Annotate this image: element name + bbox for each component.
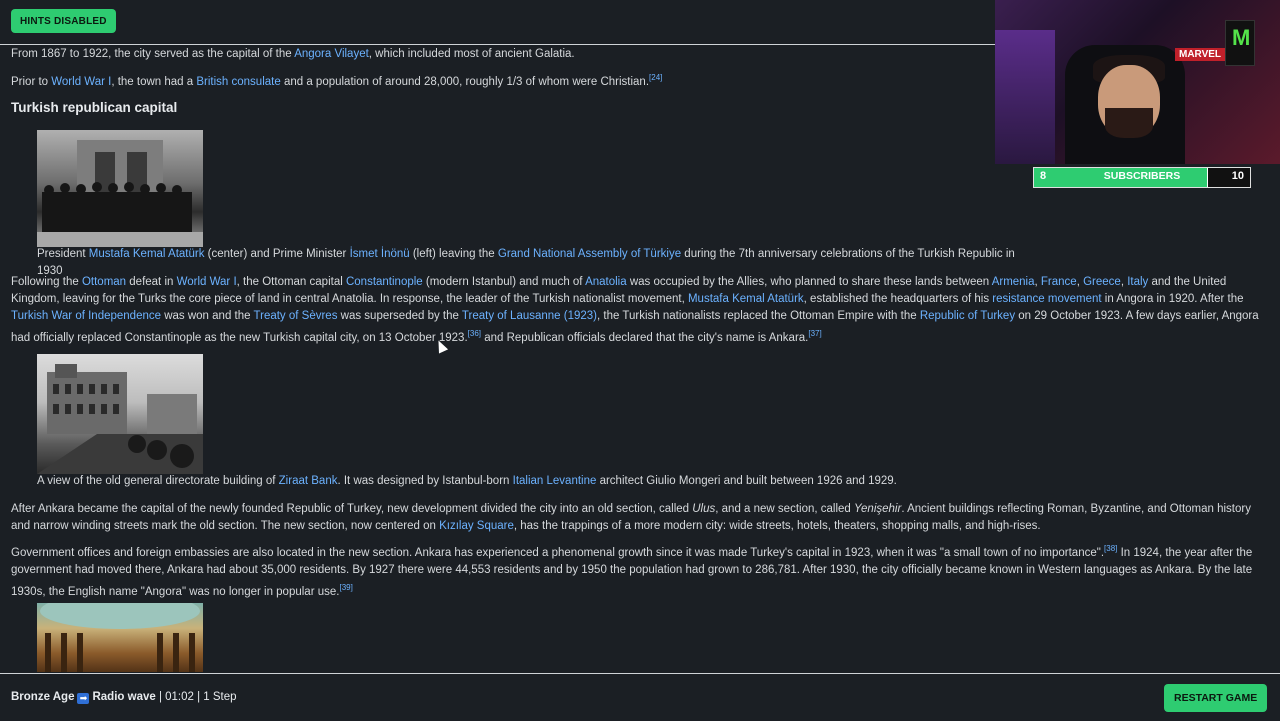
reference-link[interactable]: [37] (808, 329, 821, 338)
reference-link[interactable]: [39] (339, 583, 352, 592)
text: , the town had a (111, 75, 197, 88)
link-anatolia[interactable]: Anatolia (585, 276, 627, 288)
paragraph-pre-ww1: Prior to World War I, the town had a Bri… (11, 69, 1261, 91)
text: Government offices and foreign embassies… (11, 546, 1105, 559)
link-italian-levantine[interactable]: Italian Levantine (513, 475, 597, 487)
photo-illustration (40, 603, 200, 672)
paragraph-capital-vilayet: From 1867 to 1922, the city served as th… (11, 46, 1261, 63)
top-bar: HINTS DISABLED (0, 0, 995, 45)
text: architect Giulio Mongeri and built betwe… (596, 475, 897, 487)
text: (left) leaving the (409, 248, 498, 260)
text: , the Turkish nationalists replaced the … (597, 310, 920, 322)
link-mustafa-kemal-ataturk[interactable]: Mustafa Kemal Atatürk (688, 293, 804, 305)
link-france[interactable]: France (1041, 276, 1077, 288)
text: was superseded by the (337, 310, 462, 322)
link-republic-of-turkey[interactable]: Republic of Turkey (920, 310, 1015, 322)
section-heading: Turkish republican capital (11, 100, 178, 115)
term-yenisehir: Yenişehir (854, 503, 902, 515)
hints-toggle-button[interactable]: HINTS DISABLED (11, 9, 116, 33)
photo-caption-2: A view of the old general directorate bu… (37, 473, 1037, 490)
article-content: From 1867 to 1922, the city served as th… (11, 44, 1266, 672)
game-route: Bronze Age ➡ Radio wave | 01:02 | 1 Step (11, 691, 237, 704)
link-angora-vilayet[interactable]: Angora Vilayet (294, 48, 369, 60)
link-ziraat-bank[interactable]: Ziraat Bank (279, 475, 338, 487)
paragraph-republic-founding: Following the Ottoman defeat in World Wa… (11, 274, 1261, 347)
reference-link[interactable]: [24] (649, 73, 662, 82)
photo-illustration (37, 140, 203, 247)
text: President (37, 248, 89, 260)
text: , has the trappings of a more modern cit… (513, 520, 1041, 532)
text: (center) and Prime Minister (204, 248, 350, 260)
text: , which included most of ancient Galatia… (368, 48, 575, 60)
restart-game-button[interactable]: RESTART GAME (1164, 684, 1268, 712)
library-photo[interactable] (37, 603, 203, 672)
text: and a population of around 28,000, rough… (280, 75, 507, 88)
target-article: Radio wave (92, 691, 156, 703)
link-treaty-of-sevres[interactable]: Treaty of Sèvres (254, 310, 338, 322)
link-constantinople[interactable]: Constantinople (346, 276, 423, 288)
text: From 1867 to 1922, the city served as th… (11, 48, 295, 60)
link-world-war-i[interactable]: World War I (177, 276, 237, 288)
text: of whom were Christian. (522, 75, 650, 88)
text: , established the headquarters of his (803, 293, 993, 305)
game-stats: | 01:02 | 1 Step (155, 691, 237, 703)
link-grand-national-assembly[interactable]: Grand National Assembly of Türkiye (498, 248, 681, 260)
text: in Angora in 1920. After the (1101, 293, 1244, 305)
fraction: 1/3 (506, 75, 523, 88)
link-ottoman[interactable]: Ottoman (82, 276, 126, 288)
ataturk-inonu-photo[interactable] (37, 130, 203, 247)
term-ulus: Ulus (692, 503, 716, 515)
text: (modern Istanbul) and much of (422, 276, 586, 288)
text: was won and the (161, 310, 254, 322)
link-world-war-i[interactable]: World War I (51, 76, 111, 88)
text: A view of the old general directorate bu… (37, 475, 279, 487)
link-turkish-war-of-independence[interactable]: Turkish War of Independence (11, 310, 161, 322)
arrow-right-icon: ➡ (77, 693, 90, 704)
bottom-bar: Bronze Age ➡ Radio wave | 01:02 | 1 Step R… (0, 673, 1280, 721)
link-treaty-of-lausanne[interactable]: Treaty of Lausanne (1923) (462, 310, 597, 322)
text: Prior to (11, 75, 52, 88)
link-armenia[interactable]: Armenia (992, 276, 1035, 288)
text: Following the (11, 276, 82, 288)
link-mustafa-kemal-ataturk[interactable]: Mustafa Kemal Atatürk (89, 248, 205, 260)
text: . It was designed by Istanbul-born (337, 475, 513, 487)
text: After Ankara became the capital of the n… (11, 503, 693, 515)
link-resistance-movement[interactable]: resistance movement (992, 293, 1101, 305)
text: , the Ottoman capital (236, 276, 346, 288)
link-italy[interactable]: Italy (1127, 276, 1148, 288)
ziraat-bank-photo[interactable] (37, 354, 203, 474)
reference-link[interactable]: [38] (1104, 544, 1117, 553)
paragraph-old-new-sections: After Ankara became the capital of the n… (11, 501, 1261, 535)
photo-illustration (37, 364, 203, 474)
link-kizilay-square[interactable]: Kızılay Square (439, 520, 514, 532)
text: defeat in (126, 276, 177, 288)
link-greece[interactable]: Greece (1083, 276, 1121, 288)
text: was occupied by the Allies, who planned … (626, 276, 992, 288)
start-article: Bronze Age (11, 691, 75, 703)
link-ismet-inonu[interactable]: İsmet İnönü (350, 248, 410, 260)
paragraph-growth: Government offices and foreign embassies… (11, 540, 1261, 601)
reference-link[interactable]: [36] (468, 329, 481, 338)
link-british-consulate[interactable]: British consulate (196, 76, 280, 88)
text: and Republican officials declared that t… (481, 331, 809, 344)
text: , and a new section, called (715, 503, 854, 515)
